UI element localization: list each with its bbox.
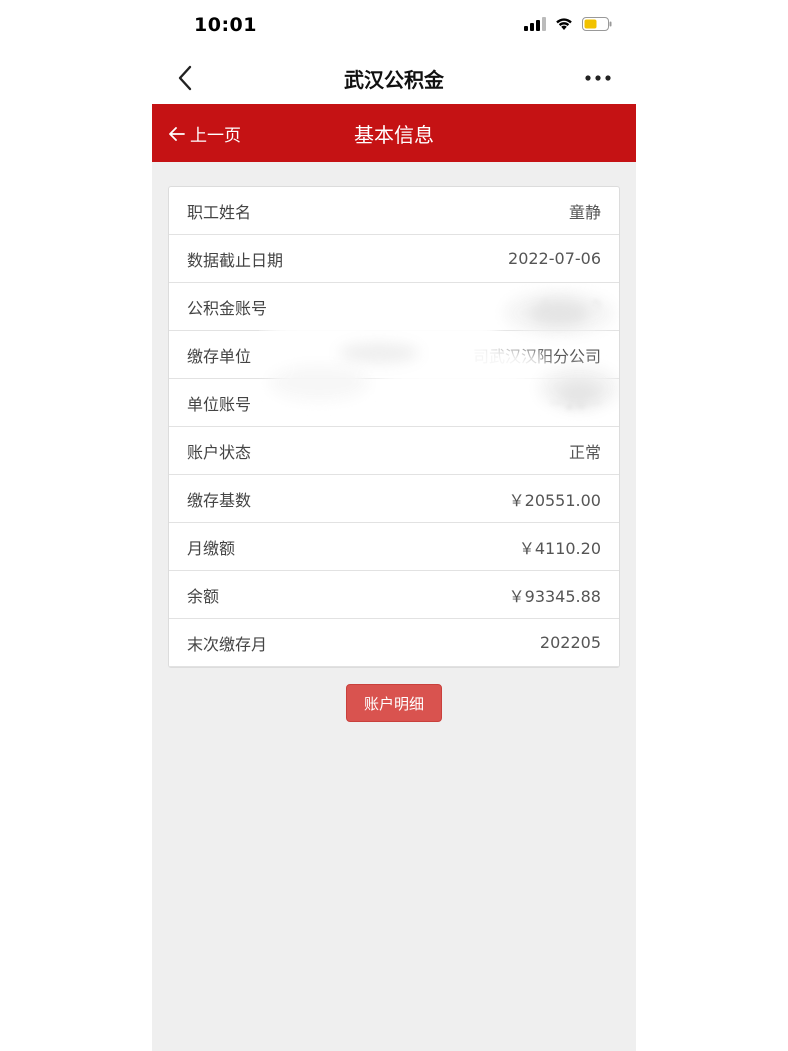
row-label: 账户状态	[187, 442, 252, 462]
info-card: 职工姓名 童静 数据截止日期 2022-07-06 公积金账号 8·······…	[168, 186, 620, 668]
row-label: 公积金账号	[187, 298, 268, 318]
wifi-icon	[556, 18, 572, 30]
row-value: ￥20551.00	[508, 490, 601, 510]
row-label: 缴存单位	[187, 346, 252, 366]
row-label: 缴存基数	[187, 490, 252, 510]
row-value: 童静	[568, 202, 601, 222]
info-row-name: 职工姓名 童静	[169, 187, 619, 235]
info-row-employer: 缴存单位 司武汉汉阳分公司	[169, 331, 619, 379]
info-row-balance: 余额 ￥93345.88	[169, 571, 619, 619]
row-value: 202205	[539, 633, 601, 652]
row-label: 末次缴存月	[187, 634, 268, 654]
status-bar: 10:01	[152, 0, 636, 52]
info-row-last-month: 末次缴存月 202205	[169, 619, 619, 667]
info-row-status: 账户状态 正常	[169, 427, 619, 475]
row-label: 月缴额	[187, 538, 236, 558]
info-row-employer-account: 单位账号 ···26···	[169, 379, 619, 427]
signal-icon	[524, 17, 546, 31]
page-title: 基本信息	[354, 123, 434, 147]
row-value: ￥4110.20	[518, 538, 601, 558]
nav-bar: 武汉公积金	[152, 52, 636, 104]
row-label: 余额	[187, 586, 220, 606]
battery-icon	[582, 17, 612, 31]
status-time: 10:01	[194, 14, 257, 36]
row-value: 8········0	[539, 297, 601, 316]
row-value: ···26···	[550, 393, 601, 412]
info-row-date: 数据截止日期 2022-07-06	[169, 235, 619, 283]
row-label: 职工姓名	[187, 202, 252, 222]
main-content: 职工姓名 童静 数据截止日期 2022-07-06 公积金账号 8·······…	[152, 162, 636, 1051]
row-value: 正常	[568, 442, 601, 462]
row-value: 司武汉汉阳分公司	[472, 346, 601, 366]
info-row-fund-account: 公积金账号 8········0	[169, 283, 619, 331]
row-label: 数据截止日期	[187, 250, 284, 270]
row-value: ￥93345.88	[508, 586, 601, 606]
status-icons	[524, 17, 612, 31]
info-row-monthly: 月缴额 ￥4110.20	[169, 523, 619, 571]
page-header: 上一页 基本信息	[152, 104, 636, 162]
app-screen: 10:01 武汉公积金 上一页 基本信息 职工姓名 童静 数据截止日期 2022…	[0, 0, 788, 1051]
info-row-base: 缴存基数 ￥20551.00	[169, 475, 619, 523]
more-dots-icon[interactable]	[584, 68, 612, 88]
nav-title: 武汉公积金	[344, 68, 444, 92]
account-detail-button[interactable]: 账户明细	[346, 684, 442, 722]
row-value: 2022-07-06	[508, 249, 601, 268]
row-label: 单位账号	[187, 394, 252, 414]
